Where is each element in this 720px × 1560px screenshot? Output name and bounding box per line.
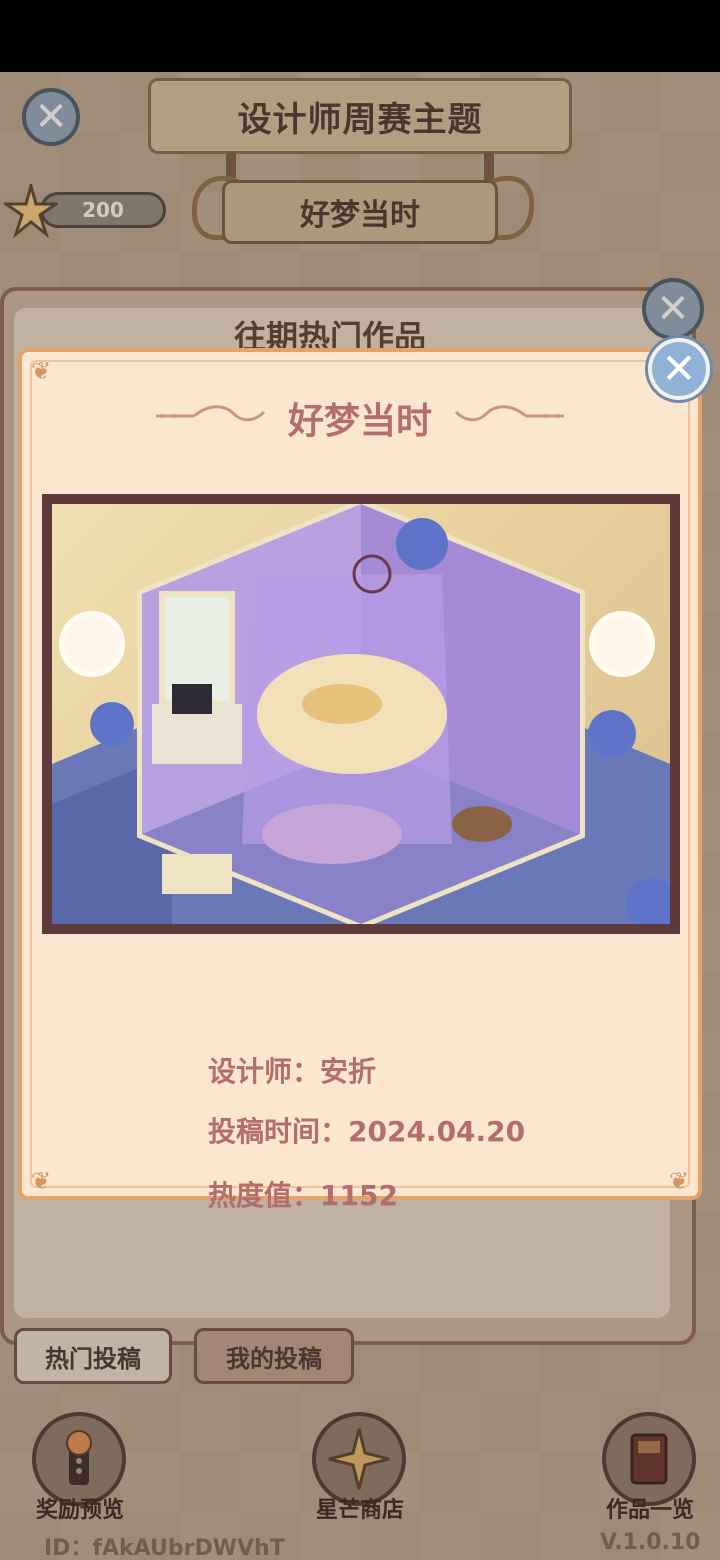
title-flourish-right-icon (454, 405, 564, 422)
modal-title: 好梦当时 (287, 401, 432, 442)
artwork-image-frame (42, 494, 680, 934)
corner-ornament-icon: ❦ (30, 1167, 52, 1195)
designer-info: 设计师：安折 (208, 1055, 377, 1088)
close-icon: ✕ (661, 344, 697, 393)
corner-ornament-icon: ❦ (30, 357, 52, 385)
corner-ornament-icon: ❦ (668, 1167, 690, 1195)
submit-time-info: 投稿时间：2024.04.20 (208, 1115, 526, 1148)
artwork-detail-modal: ❦ ❦ ❦ ❦ 好梦当时 (18, 348, 702, 1212)
game-scene: ✕ 设计师周赛主题 好梦当时 200 往期热门作品 ✕ 热门投稿 我的投稿 奖励… (0, 72, 720, 1560)
heat-value-info: 热度值：1152 (208, 1179, 398, 1212)
artwork-image (52, 504, 670, 924)
modal-close-button[interactable]: ✕ (648, 338, 710, 400)
status-bar (0, 0, 720, 72)
